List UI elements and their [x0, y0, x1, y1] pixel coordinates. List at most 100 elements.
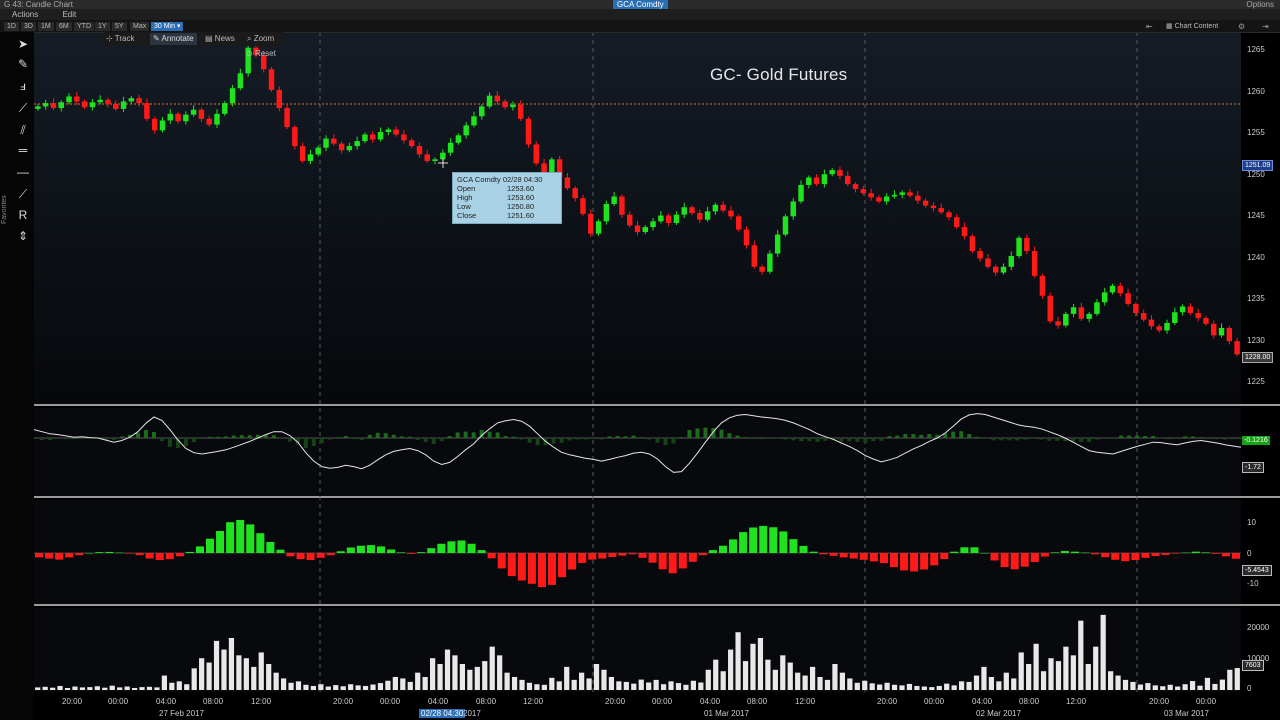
candle-body [1109, 285, 1116, 293]
histogram-bar [115, 552, 124, 554]
osc-histogram-bar [1143, 436, 1148, 438]
fibonacci-icon[interactable]: ⅎ [15, 78, 31, 94]
expand-icon[interactable]: ⇥ [1262, 22, 1269, 31]
x-tick-label: 20:00 [62, 697, 83, 706]
range-6m[interactable]: 6M [56, 22, 72, 31]
histogram-bar [85, 553, 94, 554]
volume-bar [1204, 677, 1211, 690]
candle-body [338, 143, 345, 151]
x-tick-label: 20:00 [333, 697, 354, 706]
chevron-down-icon: ▾ [176, 23, 181, 30]
volume-bar [586, 678, 592, 690]
range-3d[interactable]: 3D [21, 22, 36, 31]
range-5y[interactable]: 5Y [112, 22, 127, 31]
candle-body [1063, 313, 1069, 326]
ray-icon[interactable]: ⟋ [15, 186, 31, 202]
range-1m[interactable]: 1M [38, 22, 54, 31]
range-30min[interactable]: 30 Min ▾ [151, 22, 184, 31]
osc-histogram-bar [855, 438, 860, 442]
histogram-bar [769, 527, 778, 553]
text-r-icon[interactable]: R [15, 207, 31, 223]
candle-body [1024, 237, 1030, 252]
volume-bar [511, 677, 518, 690]
menu-actions[interactable]: Actions [12, 9, 38, 20]
zoom-button[interactable]: ⌕ Zoom [247, 33, 274, 45]
window-title: G 43: Candle Chart [4, 0, 73, 9]
volume-bar [72, 686, 78, 690]
track-button[interactable]: ⊹ Track [106, 33, 134, 45]
volume-bar [1033, 643, 1039, 690]
candle-body [455, 135, 462, 143]
histogram-bar [1091, 553, 1100, 555]
collapse-icon[interactable]: ⇤ [1146, 22, 1153, 31]
osc-histogram-bar [1103, 438, 1108, 439]
histogram-bar [336, 551, 345, 553]
histogram-bar [155, 553, 164, 561]
osc-histogram-bar [703, 427, 708, 438]
annotate-button[interactable]: ✎ Annotate [150, 33, 197, 45]
track-icon: ⊹ [106, 34, 113, 43]
histogram-bar [1151, 553, 1160, 557]
security-tab[interactable]: GCA Comdty [613, 0, 668, 9]
volume-bar [184, 684, 190, 690]
osc-histogram-bar [319, 438, 324, 444]
options-menu[interactable]: Options [1246, 0, 1274, 9]
pen-icon[interactable]: ✎ [15, 56, 31, 72]
reset-button[interactable]: ⊙ Reset [246, 48, 276, 59]
candle-body [697, 213, 703, 220]
trendline-icon[interactable]: ⟋ [15, 100, 31, 116]
osc-histogram-bar [1207, 438, 1212, 440]
x-tick-label: 00:00 [1196, 697, 1217, 706]
range-max[interactable]: Max [130, 22, 150, 31]
volume-bar [899, 685, 905, 690]
volume-bar [750, 643, 756, 690]
horizontal-line-icon[interactable]: — [15, 164, 31, 180]
volume-bar [787, 662, 793, 690]
menu-edit[interactable]: Edit [62, 9, 76, 20]
osc-histogram-bar [215, 436, 220, 438]
osc-histogram-bar [439, 438, 444, 442]
volume-bar [161, 675, 167, 690]
volume-bar [1152, 685, 1158, 690]
parallel-lines-icon[interactable]: ═ [15, 142, 31, 158]
candle-body [977, 251, 983, 259]
channel-icon[interactable]: ⫽ [15, 122, 31, 138]
histogram-bar [1181, 552, 1190, 554]
candle-body [658, 215, 664, 222]
osc-histogram-bar [383, 433, 388, 438]
osc-histogram-bar [751, 438, 756, 440]
chart-icon: ▦ [1166, 23, 1173, 30]
favorites-tab[interactable]: Favorites [1, 164, 9, 224]
histogram-bar [387, 549, 396, 553]
settings-icon[interactable]: ⚙ [1238, 22, 1245, 31]
range-1y[interactable]: 1Y [95, 22, 110, 31]
candle-body [229, 88, 236, 104]
histogram-bar [608, 553, 617, 557]
osc-histogram-bar [1015, 438, 1020, 441]
osc-histogram-bar [783, 438, 788, 440]
histogram-bar [65, 553, 74, 558]
volume-bar [191, 668, 197, 690]
histogram-bar [970, 547, 979, 553]
chart-area[interactable] [0, 0, 1280, 720]
candle-body [876, 197, 882, 202]
pointer-icon[interactable]: ➤ [15, 36, 31, 52]
osc-histogram-bar [71, 438, 76, 440]
y-tick-label: 1235 [1247, 294, 1265, 303]
volume-bar [221, 649, 227, 690]
candle-body [665, 215, 672, 223]
candle-body [961, 227, 968, 237]
range-1d[interactable]: 1D [4, 22, 19, 31]
x-tick-label: 04:00 [972, 697, 993, 706]
news-button[interactable]: ▤ News [205, 33, 235, 45]
volume-bar [534, 684, 540, 690]
osc-histogram-bar [407, 436, 412, 438]
osc-histogram-bar [975, 436, 980, 438]
volume-bar [705, 669, 711, 690]
histogram-bar [527, 553, 536, 584]
osc-histogram-bar [999, 438, 1004, 441]
measure-icon[interactable]: ⇕ [15, 228, 31, 244]
range-ytd[interactable]: YTD [74, 22, 94, 31]
y-tick-label: 1245 [1247, 211, 1265, 220]
chart-content-button[interactable]: ▦ Chart Content [1166, 22, 1218, 31]
